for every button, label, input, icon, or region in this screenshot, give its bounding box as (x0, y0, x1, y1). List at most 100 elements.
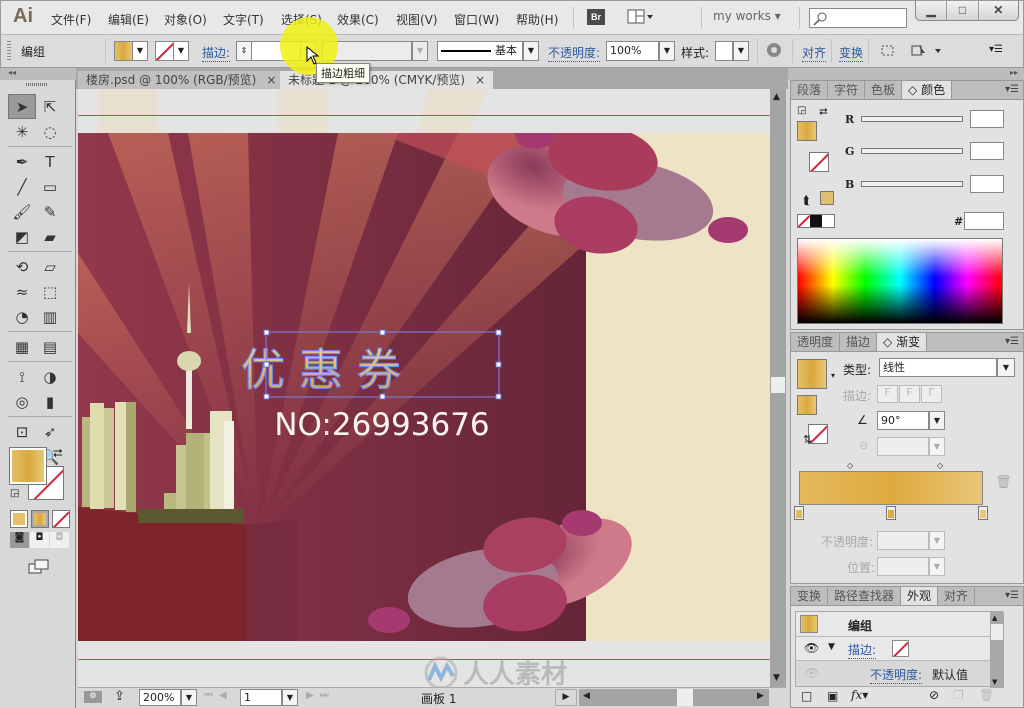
delete-item-icon[interactable]: 🗑 (979, 688, 994, 702)
add-new-fill-icon[interactable]: ▣ (827, 689, 838, 703)
tab-align[interactable]: 对齐 (938, 587, 976, 605)
arrange-documents-button[interactable] (627, 9, 655, 25)
menu-object[interactable]: 对象(O) (164, 11, 207, 28)
blend-tool[interactable]: ◑ (36, 364, 64, 389)
search-input[interactable] (809, 8, 907, 28)
none-swatch[interactable] (798, 215, 810, 227)
none-mode-button[interactable] (52, 510, 70, 528)
shape-builder-tool[interactable]: ⬚ (36, 279, 64, 304)
scroll-thumb[interactable] (991, 624, 1003, 640)
angle-input[interactable]: 90° (877, 411, 929, 430)
swap-colors-icon[interactable]: ⮂ (819, 105, 828, 119)
change-screen-mode-button[interactable] (28, 558, 50, 579)
direct-selection-tool[interactable]: ⇱ (36, 94, 64, 119)
gradient-stop[interactable] (886, 506, 896, 520)
free-transform-tool[interactable]: ▱ (36, 254, 64, 279)
status-menu-arrow-icon[interactable]: ▶ (555, 689, 577, 706)
close-tab-icon[interactable]: × (266, 71, 276, 89)
symbol-sprayer-tool[interactable]: ◎ (8, 389, 36, 414)
align-panel-link[interactable]: 对齐 (802, 44, 827, 62)
scroll-up-icon[interactable]: ▲ (992, 614, 997, 622)
tab-paragraph[interactable]: 段落 (791, 81, 829, 99)
coupon-title[interactable]: 优惠券 (240, 344, 415, 396)
duplicate-item-icon[interactable]: ❐ (953, 688, 964, 702)
eyedropper-tool[interactable]: ⟟ (8, 364, 36, 389)
document-tab[interactable]: 楼房.psd @ 100% (RGB/预览) × (78, 71, 285, 89)
tab-character[interactable]: 字符 (828, 81, 866, 99)
stop-opacity-dropdown[interactable]: ▼ (877, 531, 945, 550)
delete-stop-icon[interactable]: 🗑 (995, 475, 1012, 490)
rotate-tool[interactable]: ⟲ (8, 254, 36, 279)
scroll-down-icon[interactable]: ▼ (773, 673, 780, 683)
swap-fill-stroke-icon[interactable]: ⮂ (53, 446, 63, 461)
color-mode-button[interactable] (10, 510, 28, 528)
scroll-left-icon[interactable]: ◀ (583, 691, 590, 701)
isolate-group-button[interactable] (879, 43, 897, 62)
r-slider[interactable] (861, 116, 963, 122)
zoom-dropdown[interactable]: 200% ▼ (139, 689, 197, 706)
coupon-number[interactable]: NO:26993676 (274, 407, 489, 443)
out-of-gamut-icon[interactable]: ⮬ (803, 193, 810, 208)
g-input[interactable] (970, 142, 1004, 160)
reverse-gradient-icon[interactable]: ⇅ (803, 433, 812, 446)
pencil-tool[interactable]: ✎ (36, 199, 64, 224)
black-swatch[interactable] (810, 215, 822, 227)
stroke-along-button[interactable]: F (899, 385, 920, 403)
stroke-link[interactable]: 描边: (848, 641, 877, 659)
panel-menu-icon[interactable]: ▾☰ (1005, 587, 1023, 605)
paintbrush-tool[interactable]: 🖌 (8, 199, 36, 224)
stroke-within-button[interactable]: F (877, 385, 898, 403)
collapse-panel-icon[interactable]: ◂◂ (0, 68, 76, 80)
lasso-tool[interactable]: ◌ (36, 119, 64, 144)
stroke-swatch[interactable] (892, 640, 909, 657)
fill-swatch[interactable] (797, 395, 817, 415)
opacity-panel-link[interactable]: 不透明度: (548, 44, 601, 62)
stroke-panel-link[interactable]: 描边: (202, 44, 231, 62)
appearance-row-group[interactable]: 编组 (796, 612, 1004, 637)
angle-dropdown[interactable]: 90° ▼ (877, 411, 945, 430)
appearance-scrollbar[interactable]: ▲ ▼ (990, 612, 1004, 688)
b-input[interactable] (970, 175, 1004, 193)
opacity-input[interactable]: 100% (606, 41, 659, 61)
magic-wand-tool[interactable]: ✳ (8, 119, 36, 144)
minimize-button[interactable]: ▁ (916, 1, 948, 20)
default-colors-icon[interactable]: ◲ (10, 488, 19, 499)
clear-appearance-icon[interactable]: ⊘ (929, 688, 939, 702)
share-icon[interactable]: ⇪ (114, 689, 125, 704)
menu-view[interactable]: 视图(V) (396, 11, 438, 28)
midpoint-diamond-icon[interactable]: ◇ (937, 461, 943, 470)
gradient-type-dropdown[interactable]: 线性 ▼ (879, 358, 1015, 377)
gradient-tool[interactable]: ▤ (36, 334, 64, 359)
close-tab-icon[interactable]: × (475, 71, 485, 89)
draw-behind-icon[interactable]: ◘ (30, 532, 49, 548)
menu-help[interactable]: 帮助(H) (516, 11, 558, 28)
rectangle-tool[interactable]: ▭ (36, 174, 64, 199)
maximize-button[interactable]: □ (947, 1, 979, 20)
fill-swatch-front[interactable] (9, 447, 47, 485)
tab-appearance[interactable]: 外观 (901, 587, 939, 605)
bridge-button[interactable]: Br (587, 9, 605, 25)
stroke-color-picker[interactable]: ▼ (155, 41, 189, 61)
slice-tool[interactable]: ➶ (36, 419, 64, 444)
graphic-style-picker[interactable]: ▼ (715, 41, 749, 61)
selection-tool[interactable]: ➤ (8, 94, 36, 119)
tab-transform[interactable]: 变换 (791, 587, 829, 605)
visibility-eye-icon[interactable]: 👁 (804, 666, 819, 680)
stepper-arrows-icon[interactable]: ⇕ (236, 41, 252, 61)
tab-gradient[interactable]: ◇ 渐变 (877, 333, 928, 351)
gamut-color-swatch[interactable] (820, 191, 834, 205)
zoom-input[interactable]: 200% (139, 689, 181, 706)
draw-normal-icon[interactable]: ◙ (10, 532, 29, 548)
gradient-mode-button[interactable] (31, 510, 49, 528)
tab-color[interactable]: ◇ 颜色 (902, 81, 953, 99)
type-tool[interactable]: T (36, 149, 64, 174)
gradient-preview-swatch[interactable] (797, 359, 827, 389)
tab-stroke[interactable]: 描边 (840, 333, 878, 351)
hex-input[interactable] (964, 212, 1004, 230)
visibility-eye-icon[interactable]: 👁 (804, 641, 819, 655)
gradient-presets-arrow-icon[interactable]: ▾ (831, 371, 835, 380)
scroll-right-icon[interactable]: ▶ (757, 691, 764, 701)
fill-swatch[interactable] (797, 121, 817, 141)
brush-definition-dropdown[interactable]: 基本 ▼ (437, 41, 539, 61)
perspective-grid-tool[interactable]: ◔ (8, 304, 36, 329)
